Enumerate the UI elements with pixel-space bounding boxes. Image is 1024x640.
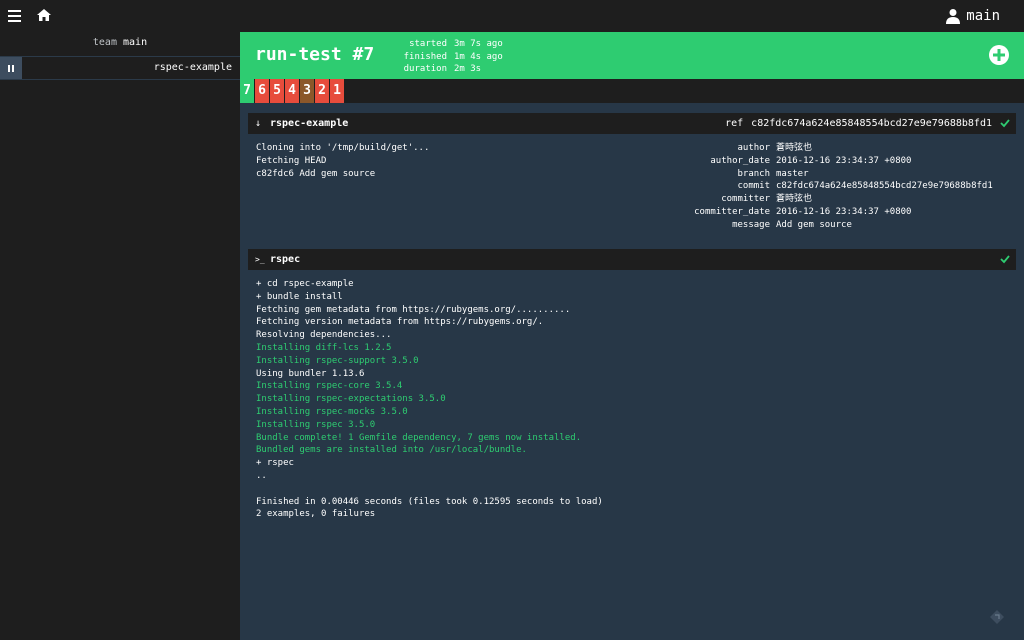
- log-line: Installing rspec-support 3.5.0: [256, 355, 419, 366]
- build-tab[interactable]: 1: [330, 79, 344, 103]
- metadata-value: 蒼時弦也: [776, 143, 813, 153]
- log-line: Installing rspec-mocks 3.5.0: [256, 406, 408, 417]
- team-prefix: team: [92, 37, 117, 48]
- log-line: Finished in 0.00446 seconds (files took …: [256, 496, 603, 507]
- check-icon: [1000, 119, 1010, 128]
- task-log: + cd rspec-example + bundle install Fetchi…: [248, 270, 1016, 522]
- log-line: c82fdc6 Add gem source: [256, 168, 376, 179]
- time-value: 2m 3s: [454, 64, 482, 74]
- time-label: duration: [403, 64, 447, 74]
- log-line: Resolving dependencies...: [256, 330, 392, 341]
- add-circle-icon[interactable]: [989, 45, 1009, 65]
- log-line: 2 examples, 0 failures: [256, 509, 376, 520]
- pipeline-link[interactable]: rspec-example: [22, 57, 240, 79]
- metadata-row: author_date 2016-12-16 23:34:37 +0800: [602, 155, 993, 168]
- log-line: Using bundler 1.13.6: [256, 368, 365, 379]
- team-name[interactable]: main: [123, 37, 147, 48]
- terminal-icon: >_: [255, 255, 265, 264]
- log-line: Fetching version metadata from https://r…: [256, 317, 544, 328]
- log-line: Fetching gem metadata from https://rubyg…: [256, 304, 571, 315]
- metadata-row: author 蒼時弦也: [602, 142, 993, 155]
- user-name: main: [966, 8, 1000, 24]
- metadata-value: c82fdc674a624e85848554bcd27e9e79688b8fd1: [776, 181, 993, 192]
- metadata-key: branch: [737, 168, 770, 179]
- home-icon[interactable]: [36, 8, 52, 22]
- metadata-key: author: [737, 143, 770, 153]
- build-tab[interactable]: 4: [285, 79, 299, 103]
- top-bar: main: [0, 0, 1024, 32]
- time-label: started: [409, 39, 447, 49]
- step-name: rspec: [270, 254, 301, 265]
- build-tab[interactable]: 3: [300, 79, 314, 103]
- hamburger-icon[interactable]: [8, 10, 21, 22]
- builds-nav: 7 6 5 4 3 2 1: [240, 79, 1024, 103]
- log-line: + bundle install: [256, 291, 343, 302]
- team-heading: team main: [0, 32, 240, 54]
- build-tab[interactable]: 7: [240, 79, 254, 103]
- metadata-value: 2016-12-16 23:34:37 +0800: [776, 155, 912, 166]
- log-line: Installing diff-lcs 1.2.5: [256, 342, 392, 353]
- step-header[interactable]: ↓ rspec-example ref c82fdc674a624e8584855…: [248, 113, 1016, 134]
- metadata-row: commit c82fdc674a624e85848554bcd27e9e7968…: [602, 180, 993, 193]
- arrow-down-icon: ↓: [255, 118, 262, 129]
- get-step: ↓ rspec-example ref c82fdc674a624e8584855…: [248, 113, 1016, 242]
- ref-value: c82fdc674a624e85848554bcd27e9e79688b8fd1: [751, 118, 992, 129]
- metadata-key: commit: [737, 181, 770, 192]
- user-menu[interactable]: main: [946, 7, 1000, 25]
- metadata-value: 2016-12-16 23:34:37 +0800: [776, 206, 912, 217]
- log-line: + cd rspec-example: [256, 279, 354, 289]
- pause-icon[interactable]: [0, 57, 22, 79]
- log-line: Installing rspec 3.5.0: [256, 419, 376, 430]
- log-line: + rspec: [256, 458, 294, 469]
- sidebar-item-pipeline: rspec-example: [0, 56, 240, 80]
- log-line: Bundled gems are installed into /usr/loc…: [256, 445, 527, 456]
- user-icon: [946, 9, 961, 24]
- step-header[interactable]: >_ rspec: [248, 249, 1016, 270]
- metadata-key: committer: [721, 194, 770, 205]
- build-times: started 3m 7s ago finished 1m 4s ago durat…: [400, 38, 503, 76]
- time-value: 3m 7s ago: [454, 39, 503, 49]
- build-tab[interactable]: 5: [270, 79, 284, 103]
- log-line: Fetching HEAD: [256, 155, 327, 166]
- check-icon: [1000, 255, 1010, 264]
- step-name: rspec-example: [270, 118, 349, 129]
- build-title: run-test #7: [255, 44, 375, 65]
- metadata-value: master: [776, 168, 809, 179]
- get-log: Cloning into '/tmp/build/get'... Fetchin…: [256, 142, 429, 180]
- build-tab[interactable]: 6: [255, 79, 269, 103]
- metadata-table: author 蒼時弦也 author_date 2016-12-16 23:34:3…: [602, 142, 993, 232]
- concourse-logo-icon: [990, 610, 1004, 624]
- log-line: Bundle complete! 1 Gemfile dependency, 7…: [256, 432, 582, 443]
- metadata-key: author_date: [710, 155, 770, 166]
- metadata-row: branch master: [602, 168, 993, 181]
- ref-label: ref: [725, 118, 744, 129]
- metadata-key: committer_date: [694, 206, 770, 217]
- step-body: Cloning into '/tmp/build/get'... Fetchin…: [248, 134, 1016, 242]
- metadata-row: committer 蒼時弦也: [602, 193, 993, 206]
- step-ref: ref c82fdc674a624e85848554bcd27e9e79688b8…: [725, 113, 992, 134]
- build-tab[interactable]: 2: [315, 79, 329, 103]
- sidebar: team main rspec-example: [0, 32, 240, 640]
- metadata-key: message: [732, 219, 770, 230]
- metadata-row: message Add gem source: [602, 219, 993, 232]
- time-label: finished: [403, 51, 447, 62]
- log-line: ..: [256, 470, 267, 481]
- log-line: Installing rspec-core 3.5.4: [256, 381, 403, 392]
- metadata-row: committer_date 2016-12-16 23:34:37 +0800: [602, 206, 993, 219]
- metadata-value: 蒼時弦也: [776, 194, 813, 205]
- log-line: Installing rspec-expectations 3.5.0: [256, 394, 446, 405]
- metadata-value: Add gem source: [776, 219, 852, 230]
- time-value: 1m 4s ago: [454, 51, 503, 62]
- log-line: Cloning into '/tmp/build/get'...: [256, 143, 430, 153]
- build-header: run-test #7 started 3m 7s ago finished 1m …: [240, 32, 1024, 79]
- task-step: >_ rspec + cd rspec-example + bundle inst…: [248, 249, 1016, 522]
